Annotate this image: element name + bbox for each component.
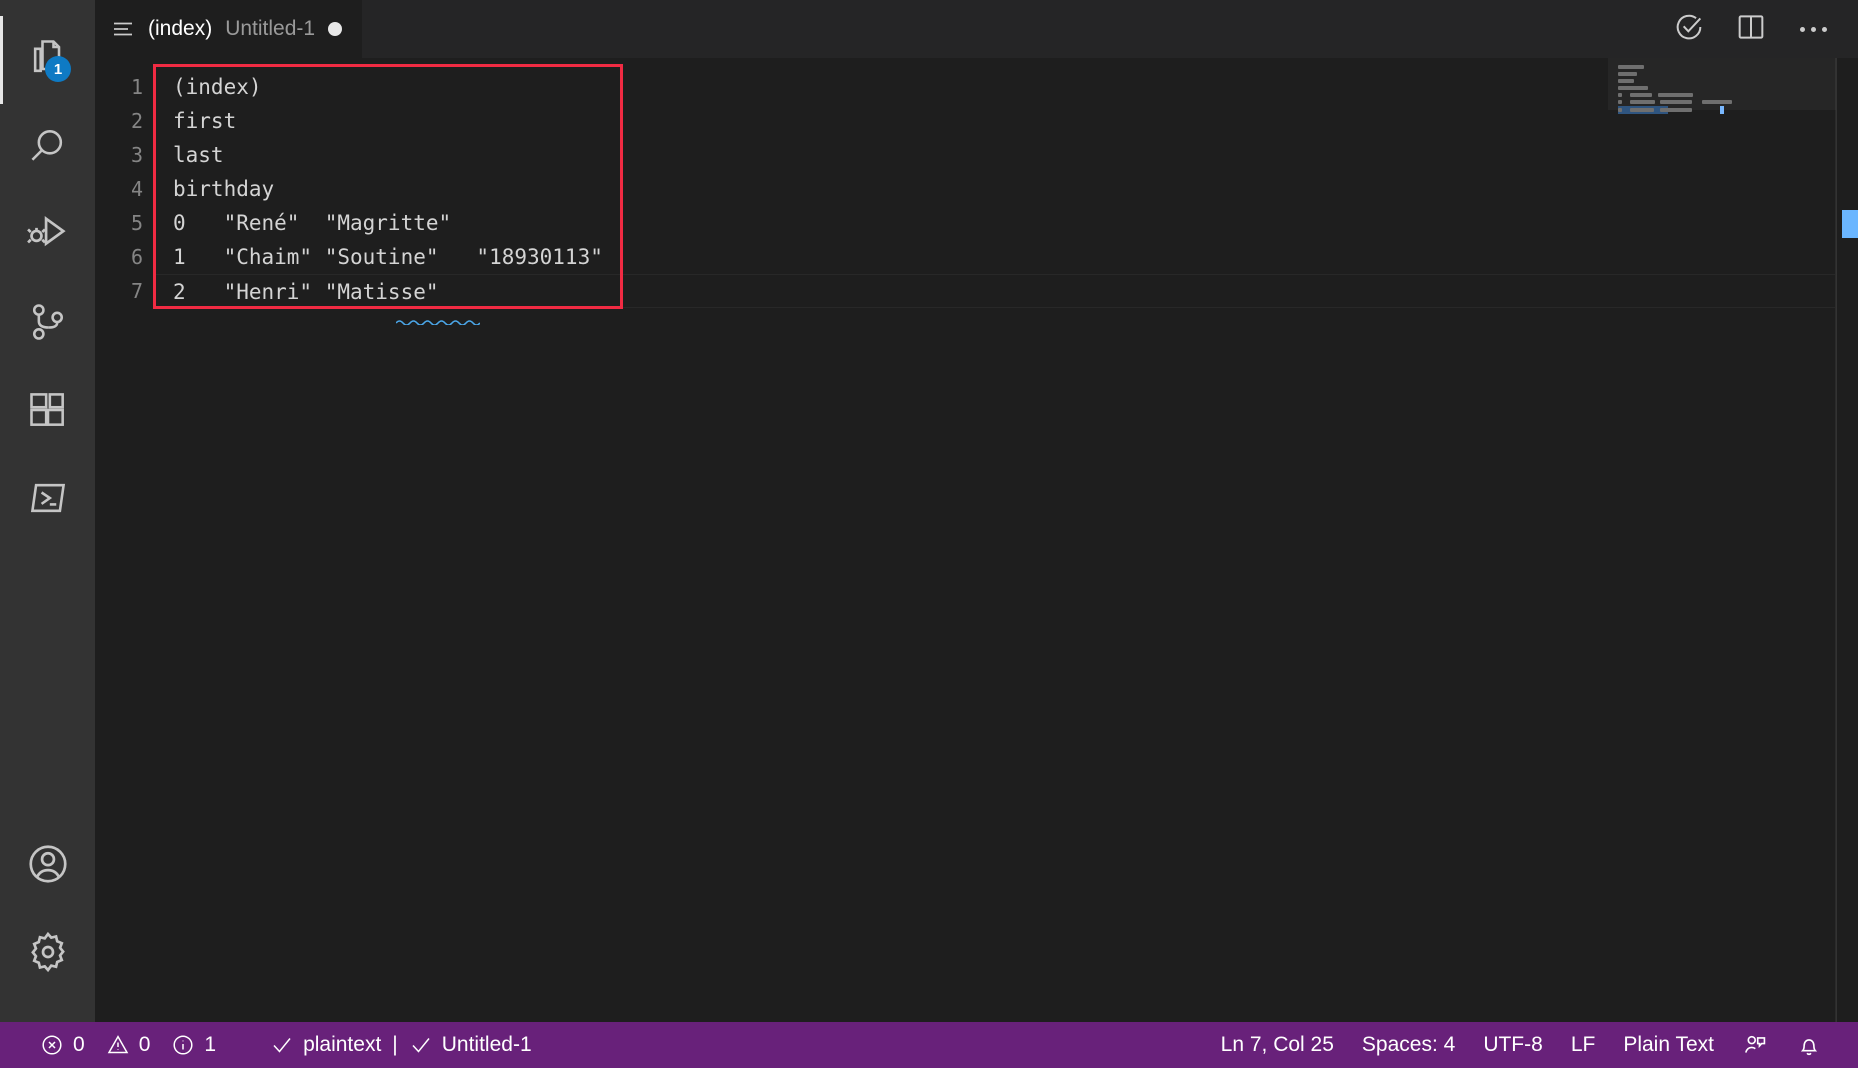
line-number: 4 bbox=[95, 172, 155, 206]
hamburger-icon bbox=[111, 17, 135, 41]
search-icon bbox=[26, 124, 70, 173]
gear-icon bbox=[25, 929, 71, 980]
split-editor-icon bbox=[1735, 11, 1767, 48]
code-line[interactable]: 0 "René" "Magritte" bbox=[155, 206, 1858, 240]
language-check-label: plaintext bbox=[303, 1033, 381, 1057]
sidebar-item-terminal[interactable] bbox=[0, 456, 95, 544]
line-number: 5 bbox=[95, 206, 155, 240]
tab-title: (index) bbox=[148, 17, 212, 41]
error-icon bbox=[40, 1033, 64, 1057]
encoding-label: UTF-8 bbox=[1483, 1033, 1543, 1057]
editor-lines[interactable]: (index) first last birthday 0 "René" "Ma… bbox=[155, 58, 1858, 1022]
warning-count: 0 bbox=[139, 1033, 151, 1057]
cursor-position-label: Ln 7, Col 25 bbox=[1221, 1033, 1334, 1057]
code-line-current[interactable]: 2 "Henri" "Matisse" bbox=[155, 274, 1858, 308]
code-line[interactable]: last bbox=[155, 138, 1858, 172]
status-eol[interactable]: LF bbox=[1557, 1022, 1610, 1068]
status-bar-right: Ln 7, Col 25 Spaces: 4 UTF-8 LF Plain Te… bbox=[1207, 1022, 1858, 1068]
sidebar-item-accounts[interactable] bbox=[0, 822, 95, 910]
feedback-icon bbox=[1742, 1032, 1768, 1058]
file-check-label: Untitled-1 bbox=[442, 1033, 532, 1057]
status-bar-left: 0 0 1 bbox=[26, 1022, 546, 1068]
code-line[interactable]: 1 "Chaim" "Soutine" "18930113" bbox=[155, 240, 1858, 274]
sidebar-item-run-and-debug[interactable] bbox=[0, 192, 95, 280]
sidebar-item-search[interactable] bbox=[0, 104, 95, 192]
error-count: 0 bbox=[73, 1033, 85, 1057]
check-icon bbox=[409, 1033, 433, 1057]
overview-ruler[interactable] bbox=[1836, 58, 1858, 1022]
status-separator: | bbox=[390, 1033, 399, 1057]
code-line[interactable]: birthday bbox=[155, 172, 1858, 206]
line-number: 3 bbox=[95, 138, 155, 172]
status-notifications[interactable] bbox=[1782, 1022, 1836, 1068]
editor-region: (index) Untitled-1 bbox=[95, 0, 1858, 1022]
sidebar-item-source-control[interactable] bbox=[0, 280, 95, 368]
status-feedback[interactable] bbox=[1728, 1022, 1782, 1068]
line-number: 6 bbox=[95, 240, 155, 274]
eol-label: LF bbox=[1571, 1033, 1596, 1057]
info-icon bbox=[171, 1033, 195, 1057]
status-language-check[interactable]: plaintext | Untitled-1 bbox=[256, 1022, 546, 1068]
more-actions-button[interactable] bbox=[1796, 12, 1830, 46]
status-indentation[interactable]: Spaces: 4 bbox=[1348, 1022, 1469, 1068]
line-number-gutter: 1 2 3 4 5 6 7 bbox=[95, 58, 155, 1022]
run-tests-button[interactable] bbox=[1672, 12, 1706, 46]
status-problems[interactable]: 0 0 1 bbox=[26, 1022, 230, 1068]
status-encoding[interactable]: UTF-8 bbox=[1469, 1022, 1557, 1068]
explorer-badge: 1 bbox=[45, 56, 71, 82]
activity-bar-top-group: 1 bbox=[0, 0, 95, 544]
extensions-icon bbox=[26, 388, 70, 437]
code-editor[interactable]: 1 2 3 4 5 6 7 (index) first last birthda… bbox=[95, 58, 1858, 1022]
source-control-icon bbox=[26, 300, 70, 349]
indentation-label: Spaces: 4 bbox=[1362, 1033, 1455, 1057]
sidebar-item-extensions[interactable] bbox=[0, 368, 95, 456]
powershell-icon bbox=[26, 476, 70, 525]
check-icon bbox=[270, 1033, 294, 1057]
info-count: 1 bbox=[204, 1033, 216, 1057]
status-bar: 0 0 1 bbox=[0, 1022, 1858, 1068]
editor-actions bbox=[1672, 0, 1858, 58]
workbench-body: 1 bbox=[0, 0, 1858, 1022]
warning-icon bbox=[106, 1033, 130, 1057]
editor-tab-bar: (index) Untitled-1 bbox=[95, 0, 1858, 58]
check-circle-icon bbox=[1673, 11, 1705, 48]
spellcheck-squiggle-icon bbox=[219, 267, 303, 273]
status-cursor-position[interactable]: Ln 7, Col 25 bbox=[1207, 1022, 1348, 1068]
run-debug-icon bbox=[25, 211, 71, 262]
line-number: 1 bbox=[95, 70, 155, 104]
account-icon bbox=[25, 841, 71, 892]
activity-bar: 1 bbox=[0, 0, 95, 1022]
split-editor-button[interactable] bbox=[1734, 12, 1768, 46]
unsaved-dot-icon[interactable] bbox=[328, 22, 342, 36]
editor-tab-index[interactable]: (index) Untitled-1 bbox=[95, 0, 362, 58]
notifications-bell-icon bbox=[1796, 1032, 1822, 1058]
vscode-window: 1 bbox=[0, 0, 1858, 1068]
line-number: 7 bbox=[95, 274, 155, 308]
ruler-cursor-marker bbox=[1842, 210, 1858, 238]
activity-bar-bottom-group bbox=[0, 822, 95, 1022]
tab-description: Untitled-1 bbox=[225, 17, 315, 41]
language-mode-label: Plain Text bbox=[1623, 1033, 1714, 1057]
code-line[interactable]: first bbox=[155, 104, 1858, 138]
sidebar-item-explorer[interactable]: 1 bbox=[0, 16, 95, 104]
sidebar-item-manage-settings[interactable] bbox=[0, 910, 95, 998]
status-language-mode[interactable]: Plain Text bbox=[1609, 1022, 1728, 1068]
code-line[interactable]: (index) bbox=[155, 70, 1858, 104]
ellipsis-icon bbox=[1800, 27, 1827, 32]
line-number: 2 bbox=[95, 104, 155, 138]
